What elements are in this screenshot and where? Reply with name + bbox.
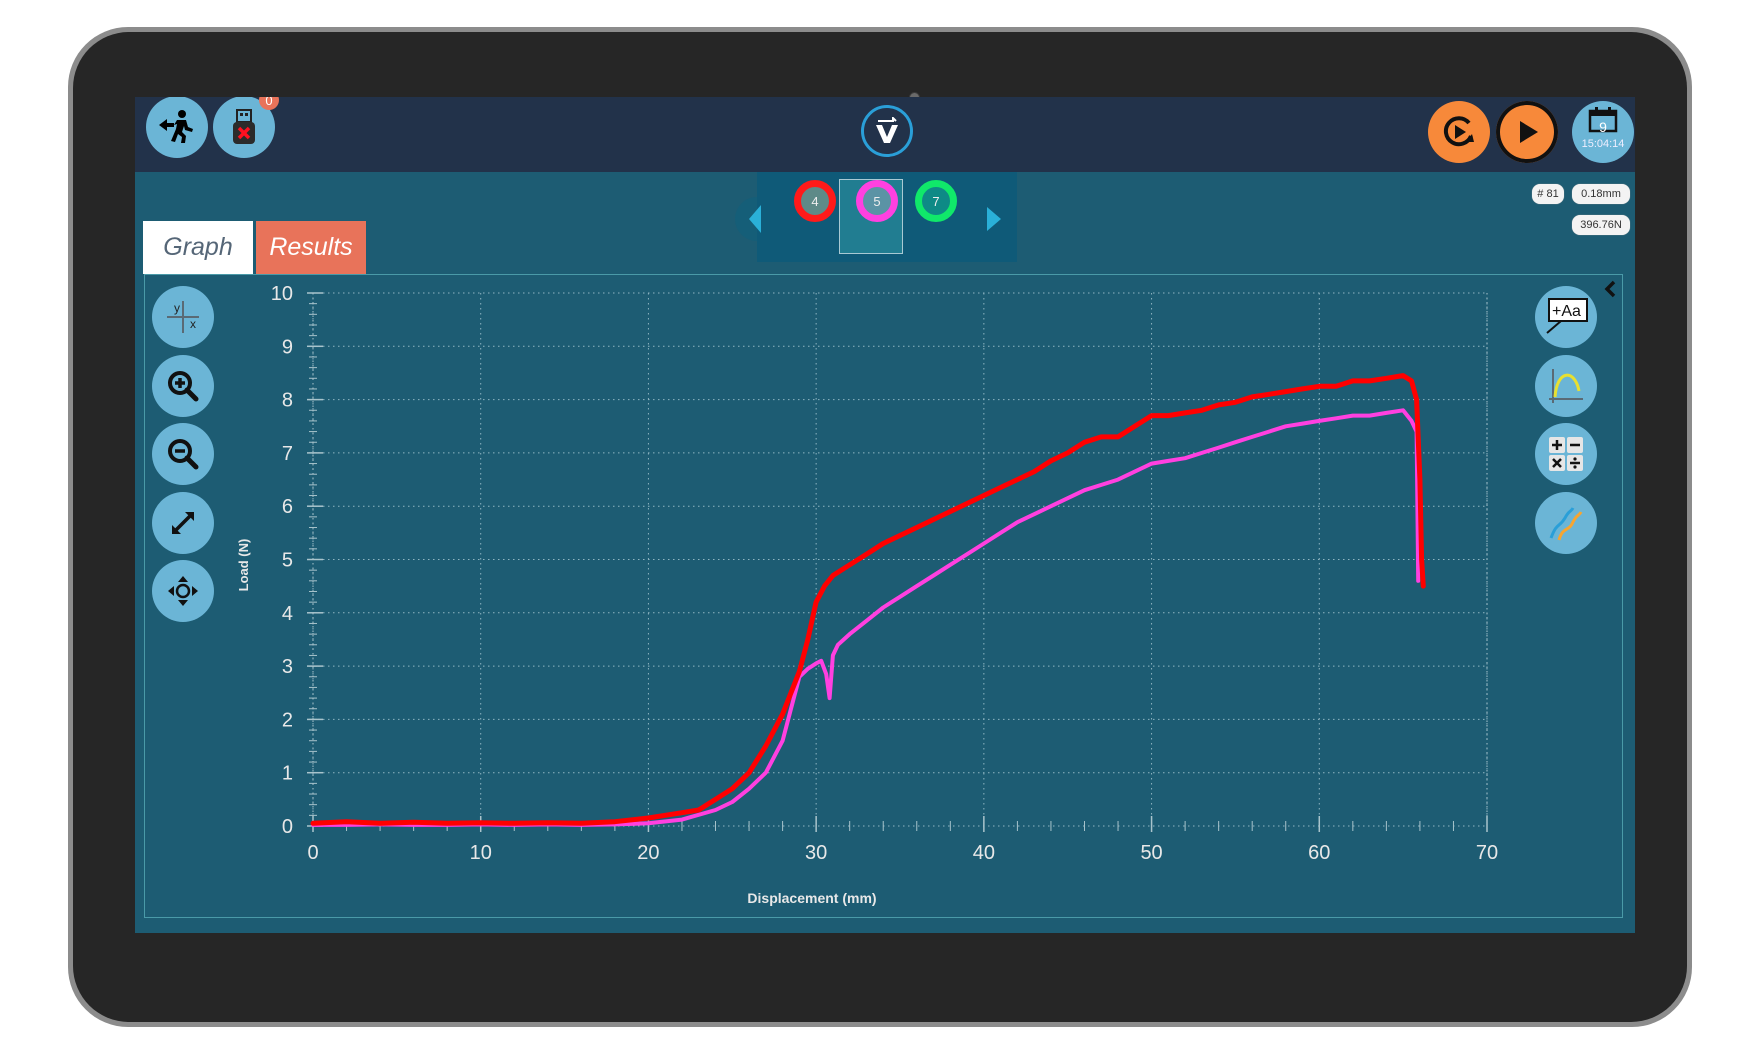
x-tick-label: 50 — [1140, 842, 1162, 864]
y-tick-label: 7 — [282, 443, 293, 465]
tick-labels: 0 10 20 30 40 50 60 70 0 1 2 3 4 5 6 7 8 9 10 — [271, 283, 1498, 864]
y-tick-label: 4 — [282, 603, 293, 625]
axis-ticks — [307, 292, 1488, 832]
series-line-specimen-4 — [310, 373, 1426, 826]
y-tick-label: 8 — [282, 390, 293, 412]
y-tick-label: 1 — [282, 763, 293, 785]
x-axis-title: Displacement (mm) — [747, 890, 876, 906]
series-line-specimen-5 — [311, 408, 1421, 827]
y-tick-label: 5 — [282, 550, 293, 572]
y-tick-label: 9 — [282, 336, 293, 358]
x-tick-label: 20 — [637, 842, 659, 864]
x-tick-label: 60 — [1308, 842, 1330, 864]
y-tick-label: 0 — [282, 816, 293, 838]
x-tick-label: 0 — [307, 842, 318, 864]
data-series — [310, 373, 1426, 827]
y-tick-label: 3 — [282, 656, 293, 678]
y-tick-label: 2 — [282, 709, 293, 731]
x-tick-label: 70 — [1476, 842, 1498, 864]
app-screen: 0 9 15:04:14 4 5 7 # 81 0.18mm 396.76N G… — [135, 97, 1635, 933]
load-displacement-chart: 0 10 20 30 40 50 60 70 0 1 2 3 4 5 6 7 8 9 10 Displacement… — [236, 283, 1498, 906]
grid-lines — [312, 292, 1488, 827]
x-tick-label: 40 — [973, 842, 995, 864]
y-tick-label: 6 — [282, 496, 293, 518]
y-axis-title: Load (N) — [236, 539, 251, 592]
x-tick-label: 10 — [470, 842, 492, 864]
x-tick-label: 30 — [805, 842, 827, 864]
y-tick-label: 10 — [271, 283, 293, 305]
